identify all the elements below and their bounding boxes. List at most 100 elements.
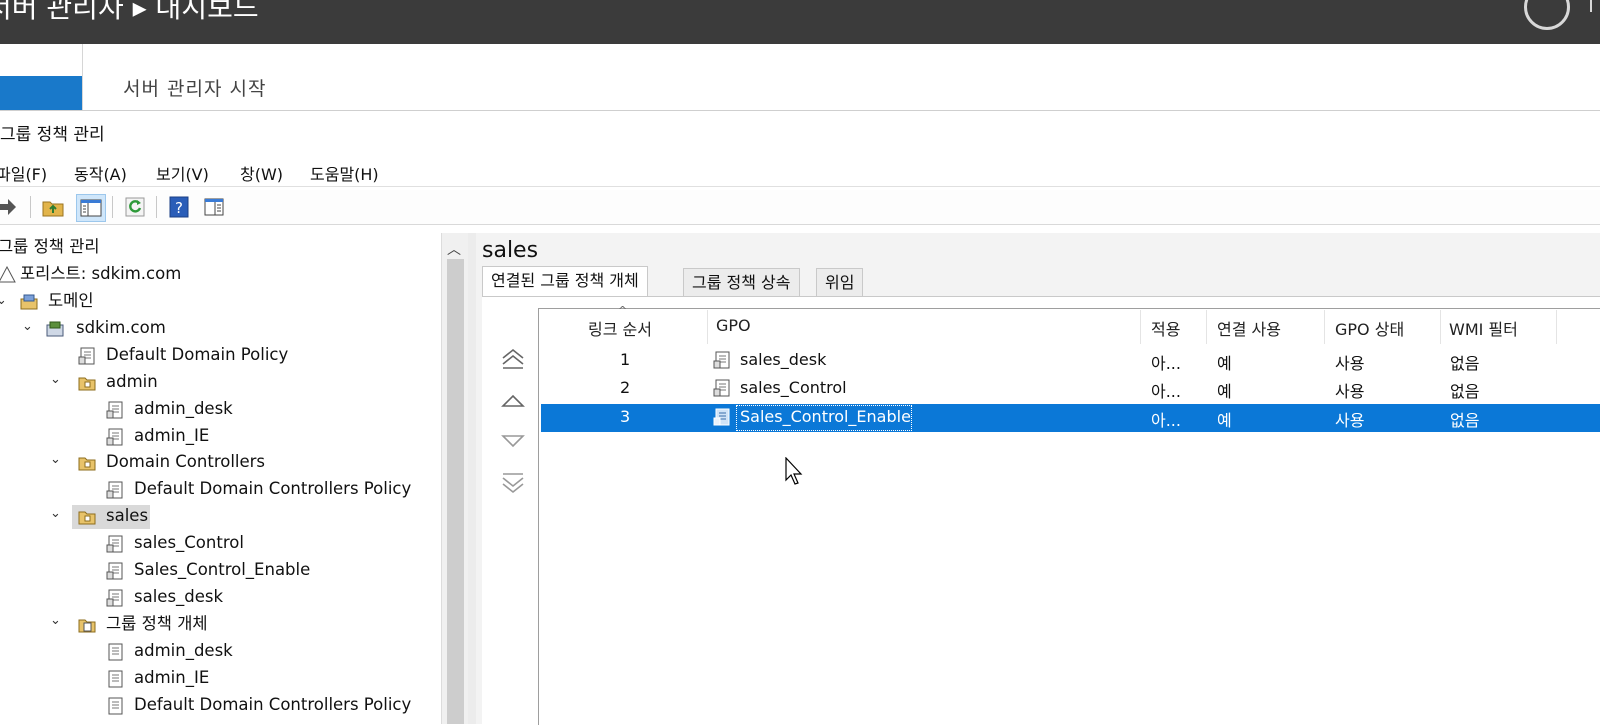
window-title: 그룹 정책 관리: [0, 125, 105, 145]
server-manager-header: 서버 관리자 ▸ 대시보드: [0, 0, 1600, 44]
gpo-link-icon: [713, 351, 730, 369]
gpo-icon: [108, 670, 123, 688]
tree-gpo-default-dc[interactable]: Default Domain Controllers Policy: [134, 693, 411, 717]
gpo-link-icon: [106, 562, 123, 580]
cell-link-order: 3: [620, 407, 631, 426]
column-separator[interactable]: [1324, 310, 1325, 344]
cell-link-enabled: 예: [1217, 411, 1232, 430]
cell-wmi-filter: 없음: [1450, 382, 1480, 401]
tree-gpo-admin-ie[interactable]: admin_IE: [134, 666, 209, 690]
chevron-down-icon[interactable]: ⌄: [50, 506, 61, 521]
menu-window[interactable]: 창(W): [240, 161, 283, 185]
tree-ou-domain-controllers[interactable]: Domain Controllers: [106, 450, 265, 474]
forest-icon: [0, 266, 16, 283]
tab-inheritance[interactable]: 그룹 정책 상속: [683, 268, 800, 297]
gpo-link-icon: [78, 347, 95, 365]
tree-domain[interactable]: sdkim.com: [76, 316, 166, 340]
tree-admin-ie[interactable]: admin_IE: [134, 424, 209, 448]
cell-enforced: 아...: [1151, 354, 1181, 373]
forward-arrow-icon[interactable]: [0, 196, 18, 218]
tree-sales-desk[interactable]: sales_desk: [134, 585, 223, 609]
column-separator[interactable]: [1440, 310, 1441, 344]
show-hide-tree-icon[interactable]: [76, 194, 106, 222]
tree-sales-control-enable[interactable]: Sales_Control_Enable: [134, 558, 310, 582]
refresh-icon[interactable]: [124, 196, 146, 218]
help-icon[interactable]: ?: [168, 196, 190, 218]
toolbar: ?: [0, 190, 1600, 225]
properties-icon[interactable]: [203, 196, 225, 218]
tree-admin-desk[interactable]: admin_desk: [134, 397, 233, 421]
tree-gpo-container[interactable]: 그룹 정책 개체: [106, 612, 208, 636]
notification-flag-icon[interactable]: [1590, 0, 1592, 12]
domains-icon: [20, 294, 38, 310]
chevron-down-icon[interactable]: ⌄: [22, 319, 33, 334]
server-manager-breadcrumb: 서버 관리자 ▸ 대시보드: [0, 0, 259, 24]
console-tree: 그룹 정책 관리 포리스트: sdkim.com ⌄ 도메인 ⌄ sdkim.c…: [0, 233, 469, 724]
chevron-down-icon[interactable]: ⌄: [50, 372, 61, 387]
ou-folder-icon: [78, 511, 96, 525]
menu-action[interactable]: 동작(A): [74, 161, 127, 185]
table-row[interactable]: 1 sales_desk 아... 예 사용 없음: [541, 347, 1600, 375]
move-to-top-icon[interactable]: [500, 346, 526, 372]
chevron-down-icon[interactable]: ⌄: [0, 293, 7, 308]
gpo-link-icon: [713, 408, 730, 426]
column-header-wmi-filter[interactable]: WMI 필터: [1449, 316, 1518, 340]
cell-link-order: 2: [620, 378, 631, 397]
server-manager-nav-selected[interactable]: [0, 76, 82, 110]
gpo-link-icon: [106, 589, 123, 607]
tree-default-dc-policy[interactable]: Default Domain Controllers Policy: [134, 477, 411, 501]
ou-folder-icon: [78, 457, 96, 471]
tree-forest[interactable]: 포리스트: sdkim.com: [20, 262, 181, 286]
column-header-link-order[interactable]: 링크 순서: [588, 316, 652, 340]
refresh-icon[interactable]: [1524, 0, 1570, 30]
menu-bar: 파일(F) 동작(A) 보기(V) 창(W) 도움말(H): [0, 158, 1600, 187]
tab-linked-gpos[interactable]: 연결된 그룹 정책 개체: [482, 266, 648, 298]
chevron-down-icon[interactable]: ⌄: [50, 452, 61, 467]
gpo-link-icon: [106, 428, 123, 446]
tree-domains[interactable]: 도메인: [48, 289, 94, 313]
cell-gpo-name: sales_desk: [740, 350, 827, 369]
table-row[interactable]: 2 sales_Control 아... 예 사용 없음: [541, 375, 1600, 403]
column-header-gpo[interactable]: GPO: [716, 316, 751, 335]
welcome-tile-title[interactable]: 서버 관리자 시작: [123, 74, 266, 101]
gpo-icon: [108, 697, 123, 715]
cell-wmi-filter: 없음: [1450, 354, 1480, 373]
column-separator[interactable]: [1140, 310, 1141, 344]
scroll-up-arrow-icon[interactable]: ︿: [447, 239, 461, 259]
cell-gpo-name: Sales_Control_Enable: [740, 407, 911, 426]
menu-help[interactable]: 도움말(H): [310, 161, 379, 185]
tree-ou-admin[interactable]: admin: [106, 370, 158, 394]
move-down-icon[interactable]: [500, 428, 526, 454]
tree-sales-control[interactable]: sales_Control: [134, 531, 244, 555]
tree-default-domain-policy[interactable]: Default Domain Policy: [106, 343, 288, 367]
chevron-down-icon[interactable]: ⌄: [50, 613, 61, 628]
cell-wmi-filter: 없음: [1450, 411, 1480, 430]
column-separator[interactable]: [1206, 310, 1207, 344]
move-to-bottom-icon[interactable]: [500, 470, 526, 496]
cell-link-enabled: 예: [1217, 382, 1232, 401]
gpo-icon: [108, 643, 123, 661]
tree-scrollbar[interactable]: ︿: [441, 233, 469, 724]
svg-text:?: ?: [175, 199, 183, 217]
column-header-link-enabled[interactable]: 연결 사용: [1217, 316, 1281, 340]
tree-gpo-admin-desk[interactable]: admin_desk: [134, 639, 233, 663]
menu-file[interactable]: 파일(F): [0, 161, 47, 185]
divider: [82, 44, 83, 110]
toolbar-separator: [156, 196, 157, 218]
cell-enforced: 아...: [1151, 411, 1181, 430]
move-up-icon[interactable]: [500, 388, 526, 414]
cell-gpo-status: 사용: [1335, 411, 1365, 430]
column-separator[interactable]: [707, 310, 708, 344]
tree-ou-sales[interactable]: sales: [106, 504, 148, 528]
table-row-selected[interactable]: 3 Sales_Control_Enable 아... 예 사용 없음: [541, 404, 1600, 432]
column-separator[interactable]: [1556, 310, 1557, 344]
column-header-enforced[interactable]: 적용: [1151, 316, 1180, 340]
tree-root-label[interactable]: 그룹 정책 관리: [0, 235, 100, 259]
scrollbar-thumb[interactable]: [447, 259, 464, 724]
column-header-gpo-status[interactable]: GPO 상태: [1335, 316, 1404, 340]
domain-icon: [46, 321, 64, 337]
up-folder-icon[interactable]: [42, 196, 64, 218]
menu-view[interactable]: 보기(V): [156, 161, 209, 185]
toolbar-separator: [30, 196, 31, 218]
tab-delegation[interactable]: 위임: [816, 268, 864, 297]
